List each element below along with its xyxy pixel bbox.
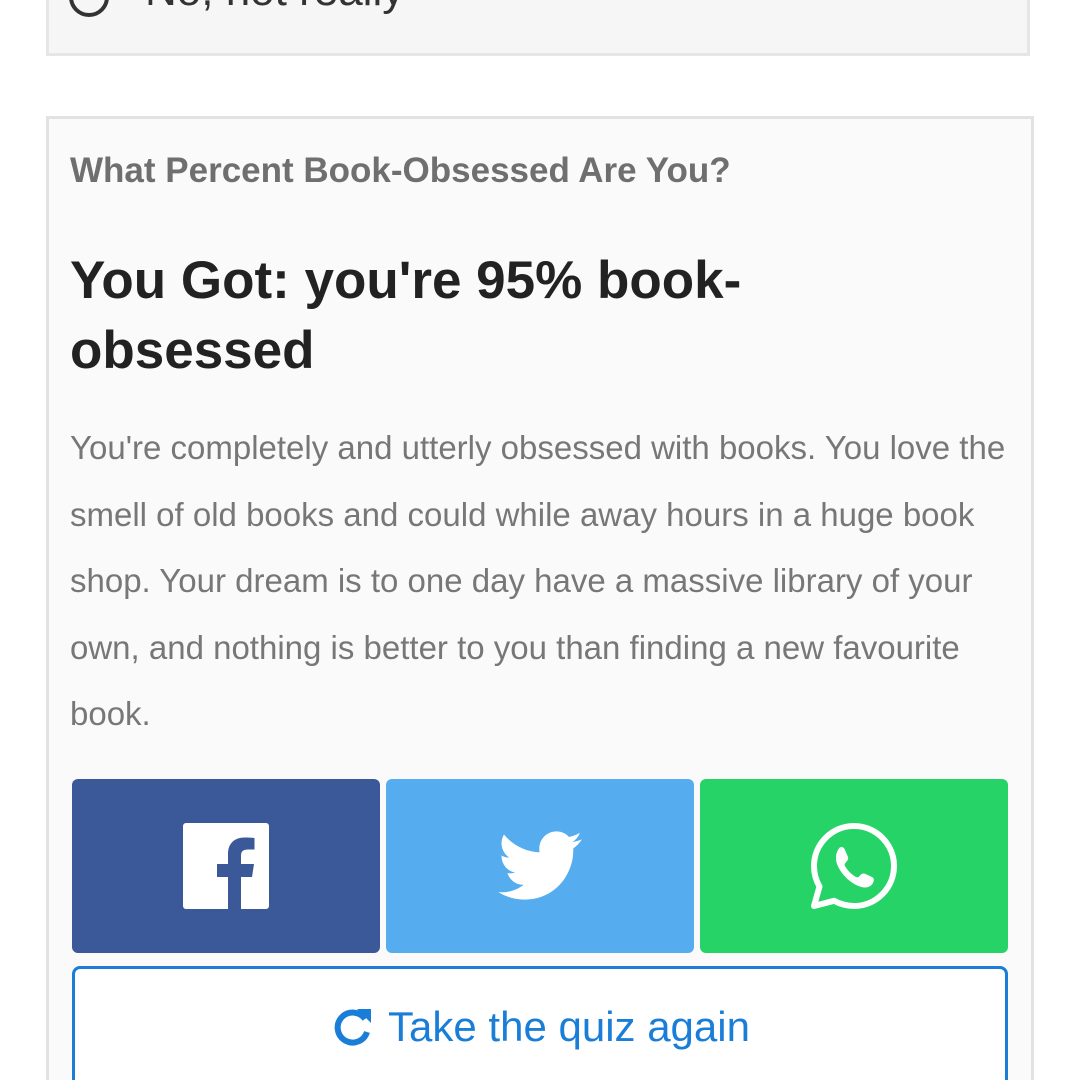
quiz-result-card: What Percent Book-Obsessed Are You? You … <box>46 116 1034 1080</box>
answer-option-label: No, not really <box>145 0 404 19</box>
share-buttons <box>72 779 1012 953</box>
share-whatsapp-button[interactable] <box>700 779 1008 953</box>
previous-answer-option[interactable]: No, not really <box>46 0 1030 56</box>
twitter-bird-icon <box>498 831 582 900</box>
share-twitter-button[interactable] <box>386 779 694 953</box>
retake-quiz-button[interactable]: Take the quiz again <box>72 966 1008 1080</box>
retake-button-label: Take the quiz again <box>388 1003 750 1050</box>
share-facebook-button[interactable] <box>72 779 380 953</box>
quiz-title: What Percent Book-Obsessed Are You? <box>70 151 731 190</box>
facebook-icon <box>183 823 269 909</box>
quiz-page: No, not really What Percent Book-Obsesse… <box>0 0 1080 1080</box>
result-heading: You Got: you're 95% book-obsessed <box>70 251 742 380</box>
retake-button-content: Take the quiz again <box>75 999 1005 1055</box>
result-description: You're completely and utterly obsessed w… <box>70 429 1006 732</box>
refresh-icon <box>334 1009 372 1046</box>
whatsapp-icon <box>811 823 897 909</box>
radio-button[interactable] <box>69 0 109 17</box>
